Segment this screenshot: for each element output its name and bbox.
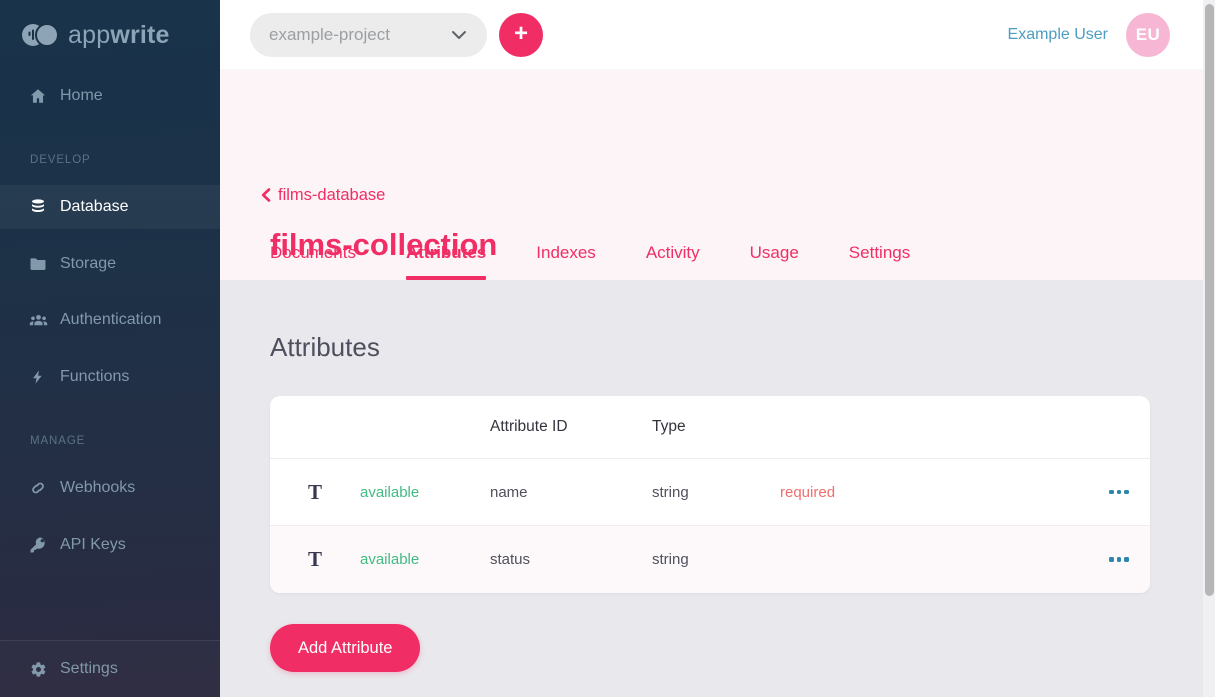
sidebar-item-authentication[interactable]: Authentication: [0, 298, 220, 342]
sidebar-item-database[interactable]: Database: [0, 185, 220, 229]
database-icon: [28, 197, 48, 217]
table-row: T available name string required: [270, 458, 1150, 525]
bolt-icon: [28, 367, 48, 387]
gear-icon: [28, 659, 48, 679]
folder-icon: [28, 254, 48, 274]
sidebar-section-develop: DEVELOP: [30, 150, 91, 170]
sidebar-item-home[interactable]: Home: [0, 74, 220, 118]
breadcrumb[interactable]: films-database: [260, 183, 385, 207]
sidebar-item-label: Authentication: [60, 311, 161, 329]
table-row: T available status string: [270, 525, 1150, 593]
sidebar-item-label: API Keys: [60, 536, 126, 554]
sidebar-footer: Settings: [0, 640, 220, 697]
appwrite-logo-icon: [20, 21, 60, 49]
app-window: appwrite Home DEVELOP Database: [0, 0, 1215, 697]
attributes-table: Attribute ID Type T available name strin…: [270, 396, 1150, 593]
type-cell: string: [652, 551, 780, 568]
ellipsis-icon: [1109, 490, 1114, 495]
attribute-id-cell: name: [490, 484, 652, 501]
text-T-icon: T: [308, 480, 322, 505]
tab-attributes[interactable]: Attributes: [406, 225, 486, 280]
sidebar-item-label: Webhooks: [60, 479, 135, 497]
breadcrumb-label: films-database: [278, 186, 385, 205]
ellipsis-icon: [1109, 557, 1114, 562]
tab-usage[interactable]: Usage: [750, 225, 799, 280]
sidebar-item-label: Database: [60, 198, 129, 216]
required-flag: required: [780, 484, 1088, 501]
topbar: example-project + Example User EU: [220, 0, 1203, 70]
scrollbar[interactable]: [1203, 0, 1215, 697]
sidebar-item-functions[interactable]: Functions: [0, 355, 220, 399]
tab-settings[interactable]: Settings: [849, 225, 910, 280]
tab-documents[interactable]: Documents: [270, 225, 356, 280]
type-cell: string: [652, 484, 780, 501]
project-selector[interactable]: example-project: [250, 13, 487, 57]
sidebar: appwrite Home DEVELOP Database: [0, 0, 220, 697]
chevron-down-icon: [451, 30, 467, 40]
house-icon: [28, 86, 48, 106]
status-badge: available: [360, 551, 490, 568]
sidebar-section-manage: MANAGE: [30, 431, 85, 451]
sidebar-item-settings[interactable]: Settings: [0, 647, 220, 691]
row-actions-button[interactable]: [1105, 484, 1133, 501]
status-badge: available: [360, 484, 490, 501]
tab-indexes[interactable]: Indexes: [536, 225, 596, 280]
collection-header: films-database films-collection Document…: [220, 70, 1203, 280]
header-cell-attribute-id: Attribute ID: [490, 418, 652, 436]
link-icon: [28, 478, 48, 498]
sidebar-item-label: Settings: [60, 660, 118, 678]
users-icon: [28, 310, 48, 330]
scrollbar-thumb[interactable]: [1205, 4, 1214, 596]
chevron-left-icon: [260, 188, 272, 202]
appwrite-logo-text: appwrite: [68, 21, 170, 50]
text-T-icon: T: [308, 547, 322, 572]
project-selector-value: example-project: [269, 25, 390, 45]
tab-activity[interactable]: Activity: [646, 225, 700, 280]
sidebar-item-label: Functions: [60, 368, 129, 386]
section-title: Attributes: [270, 332, 380, 363]
add-project-button[interactable]: +: [499, 13, 543, 57]
avatar[interactable]: EU: [1126, 13, 1170, 57]
sidebar-item-label: Storage: [60, 255, 116, 273]
collection-tabs: Documents Attributes Indexes Activity Us…: [270, 225, 910, 280]
add-attribute-button[interactable]: Add Attribute: [270, 624, 420, 672]
sidebar-item-api-keys[interactable]: API Keys: [0, 523, 220, 567]
brand-light: app: [68, 21, 110, 49]
table-header-row: Attribute ID Type: [270, 396, 1150, 458]
attribute-id-cell: status: [490, 551, 652, 568]
appwrite-logo[interactable]: appwrite: [20, 18, 170, 52]
sidebar-item-storage[interactable]: Storage: [0, 242, 220, 286]
key-icon: [28, 535, 48, 555]
user-menu-name[interactable]: Example User: [1008, 26, 1108, 44]
main-content: Attributes Attribute ID Type T available…: [220, 280, 1203, 697]
row-actions-button[interactable]: [1105, 551, 1133, 568]
brand-bold: write: [110, 21, 169, 49]
header-cell-type: Type: [652, 418, 780, 436]
sidebar-item-webhooks[interactable]: Webhooks: [0, 466, 220, 510]
sidebar-item-label: Home: [60, 87, 103, 105]
